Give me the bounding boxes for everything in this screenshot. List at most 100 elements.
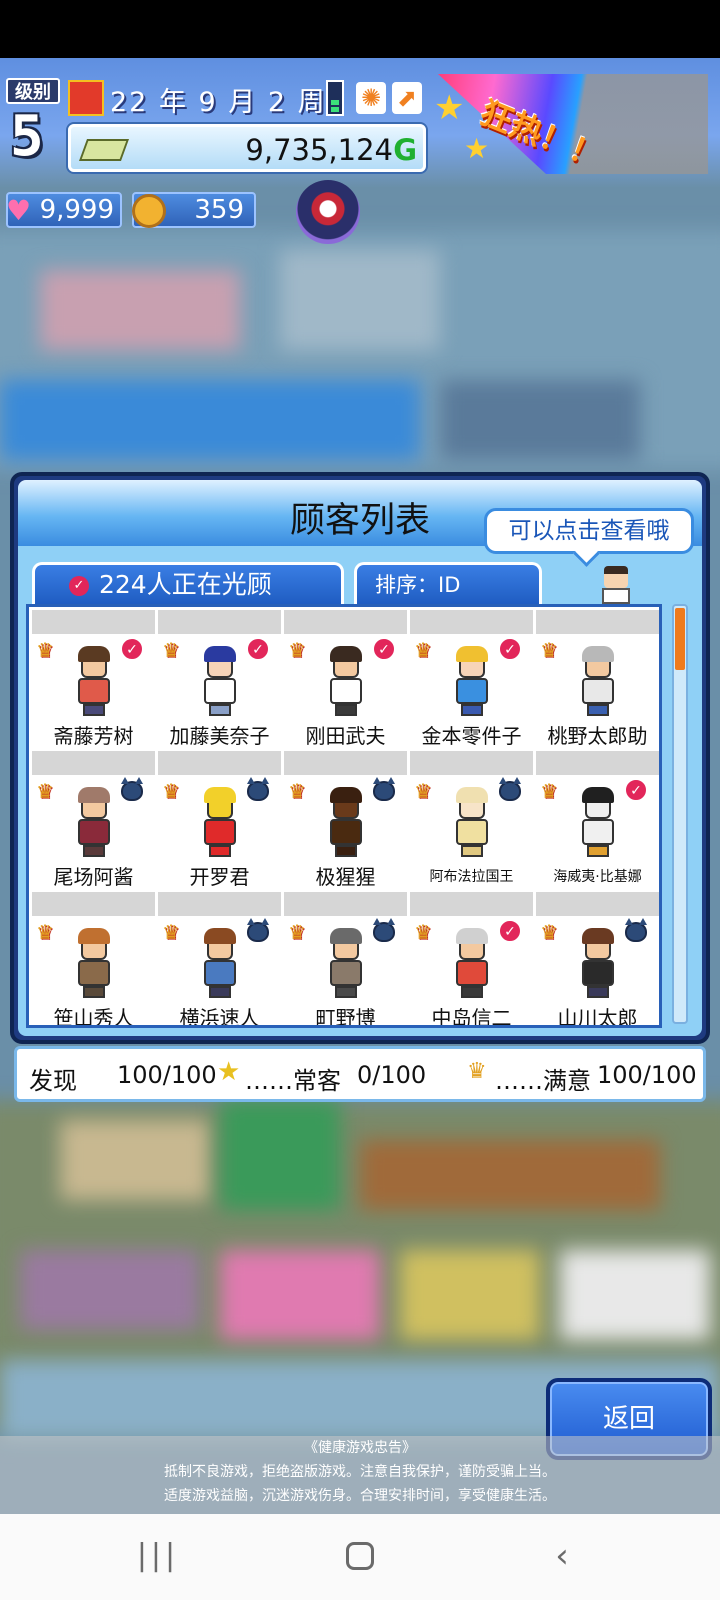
scrollbar-thumb[interactable] — [675, 608, 685, 670]
crown-icon — [36, 922, 64, 942]
visiting-check-icon: ✓ — [121, 638, 143, 660]
card-header — [32, 892, 155, 916]
gem-icon: ♥ — [6, 194, 32, 227]
customer-card[interactable]: 阿布法拉国王 — [410, 751, 533, 889]
customer-card[interactable]: ✓ 刚田武夫 — [284, 610, 407, 748]
customer-avatar — [576, 926, 620, 1000]
status-bar — [0, 0, 720, 58]
crown-icon: ♛ — [467, 1059, 487, 1084]
home-icon[interactable] — [330, 1534, 390, 1578]
card-header — [158, 892, 281, 916]
customer-card[interactable]: 横浜速人 — [158, 892, 281, 1028]
customer-grid: ✓ 斋藤芳树 ✓ 加藤美奈子 ✓ 刚田武夫 ✓ 金本零件子 桃野太郎助尾场阿酱 开罗君 极猩猩 阿布法… — [26, 604, 662, 1028]
customer-avatar — [324, 926, 368, 1000]
crown-icon — [414, 640, 442, 660]
sun-icon[interactable]: ✺ — [356, 82, 386, 114]
card-header — [410, 892, 533, 916]
health-notice-line2: 适度游戏益脑，沉迷游戏伤身。合理安排时间，享受健康生活。 — [164, 1488, 556, 1504]
devil-icon — [499, 777, 521, 801]
guide-character-icon — [596, 560, 636, 604]
crown-icon — [36, 640, 64, 660]
crown-icon — [540, 922, 568, 942]
customer-name: 海威夷·比基娜 — [553, 869, 642, 885]
level-value: 5 — [10, 104, 44, 169]
visiting-check-icon: ✓ — [499, 638, 521, 660]
card-header — [32, 751, 155, 775]
card-header — [158, 610, 281, 634]
level-indicator: 级别 5 — [6, 78, 62, 170]
sort-label: 排序：ID — [375, 573, 461, 597]
money-unit: G — [393, 133, 417, 167]
speed-indicator-icon[interactable] — [326, 80, 344, 116]
shield-icon[interactable] — [296, 180, 360, 244]
tab-visiting-label: 224人正在光顾 — [99, 570, 272, 599]
card-header — [284, 892, 407, 916]
money-value: 9,735,124 — [245, 133, 393, 167]
boost-arrow-icon[interactable]: ⬈ — [392, 82, 422, 114]
crown-icon — [414, 781, 442, 801]
customer-card[interactable]: ✓ 中岛信二 — [410, 892, 533, 1025]
customer-card[interactable]: ✓ 加藤美奈子 — [158, 610, 281, 748]
satisfied-value: 100/100 — [597, 1061, 697, 1089]
coin-icon — [132, 194, 166, 228]
crown-icon — [540, 640, 568, 660]
crown-icon — [162, 781, 190, 801]
customer-card[interactable]: 开罗君 — [158, 751, 281, 889]
crown-icon — [414, 922, 442, 942]
customer-name: 开罗君 — [189, 865, 250, 889]
card-header — [536, 751, 659, 775]
gem-value: 9,999 — [39, 195, 114, 225]
game-date: 22 年 9 月 2 周 — [110, 87, 327, 118]
customer-card[interactable]: 极猩猩 — [284, 751, 407, 889]
customer-card[interactable]: ✓ 海威夷·比基娜 — [536, 751, 659, 889]
crown-icon — [540, 781, 568, 801]
tab-visiting[interactable]: ✓ 224人正在光顾 — [32, 562, 344, 606]
customer-card[interactable]: 桃野太郎助 — [536, 610, 659, 748]
customer-avatar — [72, 785, 116, 859]
customer-card[interactable]: 町野博 — [284, 892, 407, 1025]
regular-value: 0/100 — [357, 1061, 427, 1089]
card-header — [410, 610, 533, 634]
customer-avatar — [324, 644, 368, 718]
customer-card[interactable]: ✓ 斋藤芳树 — [32, 610, 155, 748]
calendar-icon — [68, 80, 104, 116]
customer-avatar — [576, 785, 620, 859]
customer-avatar — [576, 644, 620, 718]
customer-avatar — [72, 926, 116, 1000]
customer-name: 横浜速人 — [179, 1006, 260, 1028]
customer-name: 尾场阿酱 — [53, 865, 134, 889]
customer-name: 斋藤芳树 — [53, 724, 134, 748]
gem-counter[interactable]: ♥ 9,999 — [6, 192, 122, 228]
card-header — [284, 610, 407, 634]
customer-avatar — [198, 644, 242, 718]
system-nav-bar: ||| ‹ — [0, 1514, 720, 1600]
card-header — [158, 751, 281, 775]
scrollbar[interactable] — [672, 604, 688, 1024]
star-icon: ★ — [464, 132, 490, 165]
crown-icon — [288, 640, 316, 660]
crown-icon — [36, 781, 64, 801]
customer-card[interactable]: 尾场阿酱 — [32, 751, 155, 889]
customer-name: 笹山秀人 — [53, 1006, 134, 1028]
stats-bar: 发现 100/100 ★ ……常客 0/100 ♛ ……满意 100/100 — [14, 1046, 706, 1102]
visiting-check-icon: ✓ — [625, 779, 647, 801]
devil-icon — [247, 918, 269, 942]
coin-counter[interactable]: 359 — [132, 192, 256, 228]
back-arrow-icon[interactable]: ‹ — [532, 1534, 592, 1578]
customer-card[interactable]: ✓ 金本零件子 — [410, 610, 533, 748]
card-header — [284, 751, 407, 775]
customer-avatar — [450, 926, 494, 1000]
visiting-check-icon: ✓ — [247, 638, 269, 660]
customer-card[interactable]: 山川太郎 — [536, 892, 659, 1025]
crown-icon — [288, 781, 316, 801]
devil-icon — [247, 777, 269, 801]
health-notice: 《健康游戏忠告》 抵制不良游戏，拒绝盗版游戏。注意自我保护，谨防受骗上当。 适度… — [0, 1436, 720, 1514]
customer-name: 刚田武夫 — [305, 724, 386, 748]
visiting-check-icon: ✓ — [373, 638, 395, 660]
money-display: 9,735,124 G — [68, 124, 426, 172]
sort-button[interactable]: 排序：ID — [354, 562, 542, 606]
crown-icon — [288, 922, 316, 942]
banknote-icon — [78, 139, 130, 161]
recent-apps-icon[interactable]: ||| — [128, 1534, 188, 1578]
customer-card[interactable]: 笹山秀人 — [32, 892, 155, 1028]
